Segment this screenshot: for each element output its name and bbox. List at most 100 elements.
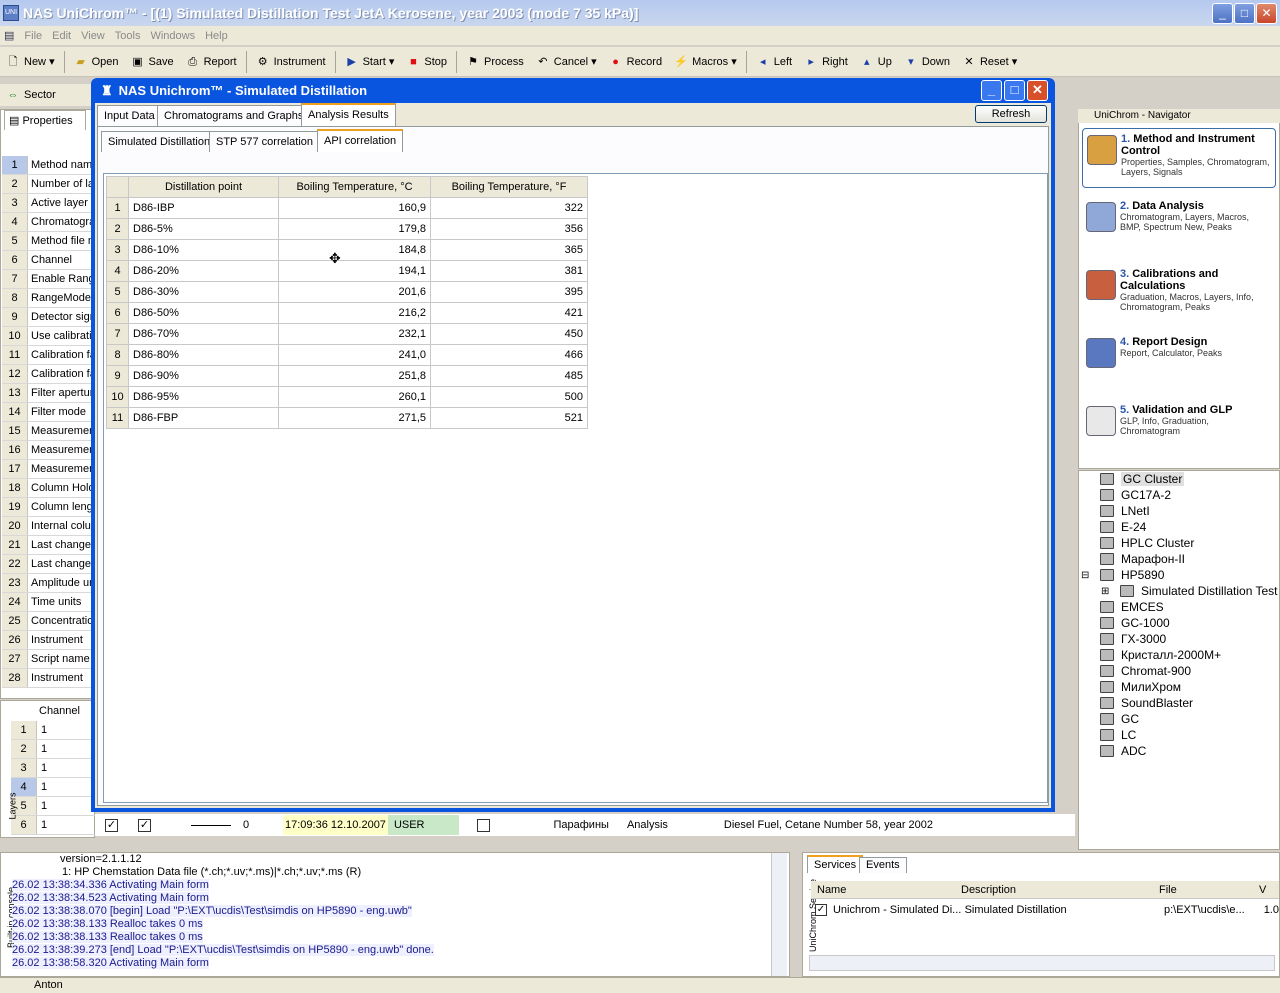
menu-help[interactable]: Help: [205, 30, 228, 42]
table-row[interactable]: 2 D86-5% 179,8 356: [106, 218, 588, 240]
channel-row[interactable]: 11: [11, 721, 95, 740]
tree-item[interactable]: ГХ-3000: [1100, 631, 1166, 647]
table-row[interactable]: 3 D86-10% 184,8 365: [106, 239, 588, 261]
channel-row[interactable]: 61: [11, 816, 95, 835]
subtab-api-correlation[interactable]: API correlation: [317, 129, 404, 152]
tree-item[interactable]: ⊞ Simulated Distillation Test: [1101, 583, 1278, 599]
tab-events[interactable]: Events: [859, 857, 907, 873]
tree-item[interactable]: GC Cluster: [1100, 471, 1185, 487]
layer-row[interactable]: ✓ ✓ 0 17:09:36 12.10.2007 USER Парафины …: [95, 814, 1075, 836]
start-button[interactable]: ▶ Start ▾: [339, 50, 401, 74]
service-enabled-checkbox[interactable]: ✓: [815, 904, 827, 916]
property-row[interactable]: 15 Measuremen: [2, 422, 94, 441]
table-row[interactable]: 10 D86-95% 260,1 500: [106, 386, 588, 408]
tab-services[interactable]: Services: [807, 855, 864, 873]
instrument-button[interactable]: ⚙ Instrument: [250, 50, 332, 74]
channel-row[interactable]: 21: [11, 740, 95, 759]
tree-item[interactable]: E-24: [1100, 519, 1146, 535]
dialog-maximize-button[interactable]: □: [1004, 80, 1025, 101]
property-row[interactable]: 21 Last change: [2, 536, 94, 555]
navigator-item-3[interactable]: 3. Calibrations and Calculations Graduatio…: [1082, 264, 1276, 324]
process-button[interactable]: ⚑ Process: [460, 50, 530, 74]
menu-file[interactable]: File: [24, 30, 42, 42]
stop-button[interactable]: ■ Stop: [400, 50, 453, 74]
property-row[interactable]: 4 Chromatogra: [2, 213, 94, 232]
record-button[interactable]: ● Record: [603, 50, 668, 74]
property-row[interactable]: 3 Active layer: [2, 194, 94, 213]
refresh-button[interactable]: Refresh: [975, 105, 1047, 123]
property-row[interactable]: 13 Filter apertur: [2, 384, 94, 403]
property-row[interactable]: 16 Measuremen: [2, 441, 94, 460]
table-row[interactable]: 6 D86-50% 216,2 421: [106, 302, 588, 324]
tree-item[interactable]: ADC: [1100, 743, 1146, 759]
property-row[interactable]: 5 Method file n: [2, 232, 94, 251]
dialog-minimize-button[interactable]: _: [981, 80, 1002, 101]
open-button[interactable]: ▰ Open: [68, 50, 125, 74]
table-row[interactable]: 9 D86-90% 251,8 485: [106, 365, 588, 387]
col-temp-c[interactable]: Boiling Temperature, °C: [278, 176, 431, 198]
property-row[interactable]: 6 Channel: [2, 251, 94, 270]
service-row[interactable]: ✓ Unichrom - Simulated Di... Simulated D…: [811, 901, 1279, 919]
navigator-item-2[interactable]: 2. Data Analysis Chromatogram, Layers, Mac…: [1082, 196, 1276, 256]
menu-view[interactable]: View: [81, 30, 105, 42]
sector-button[interactable]: ⇔ Sector: [0, 83, 62, 107]
menu-windows[interactable]: Windows: [150, 30, 195, 42]
property-row[interactable]: 17 Measuremen: [2, 460, 94, 479]
minimize-button[interactable]: _: [1212, 3, 1233, 24]
console-scrollbar[interactable]: [771, 853, 787, 976]
down-button[interactable]: ▾ Down: [898, 50, 956, 74]
tree-item[interactable]: GC-1000: [1100, 615, 1170, 631]
tree-item[interactable]: Марафон-II: [1100, 551, 1185, 567]
tree-item[interactable]: Chromat-900: [1100, 663, 1191, 679]
tree-item[interactable]: HPLC Cluster: [1100, 535, 1194, 551]
services-hscrollbar[interactable]: [809, 955, 1275, 971]
property-row[interactable]: 12 Calibration fa: [2, 365, 94, 384]
table-row[interactable]: 4 D86-20% 194,1 381: [106, 260, 588, 282]
col-temp-f[interactable]: Boiling Temperature, °F: [430, 176, 588, 198]
property-row[interactable]: 28 Instrument: [2, 669, 94, 688]
table-row[interactable]: 7 D86-70% 232,1 450: [106, 323, 588, 345]
property-row[interactable]: 26 Instrument: [2, 631, 94, 650]
reset-button[interactable]: ✕ Reset ▾: [956, 50, 1023, 74]
layer-visible-checkbox[interactable]: ✓: [105, 818, 118, 832]
right-button[interactable]: ▸ Right: [798, 50, 854, 74]
property-row[interactable]: 11 Calibration fa: [2, 346, 94, 365]
navigator-item-4[interactable]: 4. Report Design Report, Calculator, Peaks: [1082, 332, 1276, 392]
close-button[interactable]: ✕: [1256, 3, 1277, 24]
tree-item[interactable]: Кристалл-2000М+: [1100, 647, 1221, 663]
tree-item[interactable]: LC: [1100, 727, 1136, 743]
property-row[interactable]: 19 Column lengt: [2, 498, 94, 517]
subtab-stp577[interactable]: STP 577 correlation: [209, 131, 321, 152]
property-row[interactable]: 9 Detector sign: [2, 308, 94, 327]
report-button[interactable]: ⎙ Report: [180, 50, 243, 74]
tab-chromatograms-graphs[interactable]: Chromatograms and Graphs: [157, 105, 311, 126]
table-row[interactable]: 8 D86-80% 241,0 466: [106, 344, 588, 366]
channel-row[interactable]: 31: [11, 759, 95, 778]
tree-item[interactable]: GC: [1100, 711, 1139, 727]
new-button[interactable]: 🗋 New ▾: [0, 50, 61, 74]
table-row[interactable]: 5 D86-30% 201,6 395: [106, 281, 588, 303]
property-row[interactable]: 23 Amplitude ur: [2, 574, 94, 593]
property-row[interactable]: 20 Internal colur: [2, 517, 94, 536]
tree-item[interactable]: МилиХром: [1100, 679, 1181, 695]
tab-analysis-results[interactable]: Analysis Results: [301, 103, 396, 126]
property-row[interactable]: 2 Number of la: [2, 175, 94, 194]
navigator-item-1[interactable]: 1. Method and Instrument Control Propertie…: [1082, 128, 1276, 188]
table-row[interactable]: 1 D86-IBP 160,9 322: [106, 197, 588, 219]
channel-row[interactable]: 51: [11, 797, 95, 816]
tree-item[interactable]: EMCES: [1100, 599, 1164, 615]
menu-edit[interactable]: Edit: [52, 30, 71, 42]
property-row[interactable]: 1 Method name: [2, 156, 94, 175]
tree-expander-icon[interactable]: ⊞: [1101, 586, 1109, 597]
tab-input-data[interactable]: Input Data: [97, 105, 162, 126]
property-row[interactable]: 10 Use calibratio: [2, 327, 94, 346]
left-button[interactable]: ◂ Left: [750, 50, 798, 74]
tree-item[interactable]: LNetI: [1100, 503, 1150, 519]
tab-properties[interactable]: ▤ Properties: [4, 110, 86, 130]
table-row[interactable]: 11 D86-FBP 271,5 521: [106, 407, 588, 429]
save-button[interactable]: ▣ Save: [125, 50, 180, 74]
channel-row[interactable]: 41: [11, 778, 95, 797]
property-row[interactable]: 22 Last change: [2, 555, 94, 574]
property-row[interactable]: 25 Concentratio: [2, 612, 94, 631]
tree-item[interactable]: ⊟ HP5890: [1081, 567, 1164, 583]
